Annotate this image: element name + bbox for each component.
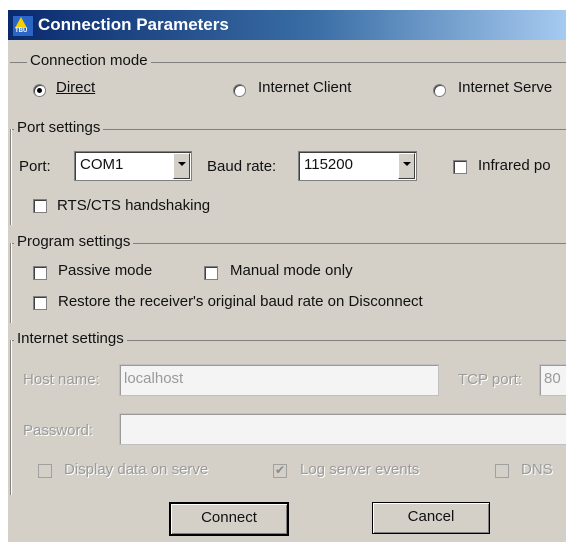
manual-mode-checkbox[interactable] xyxy=(204,266,218,280)
program-settings-edge xyxy=(10,243,11,323)
baud-rate-select[interactable]: 115200 xyxy=(298,151,417,181)
restore-baud-checkbox[interactable] xyxy=(33,296,47,310)
password-label: Password: xyxy=(23,422,94,439)
radio-internet-client[interactable] xyxy=(233,84,246,97)
radio-internet-server-label[interactable]: Internet Serve xyxy=(458,79,552,96)
radio-internet-server[interactable] xyxy=(433,84,446,97)
program-settings-legend: Program settings xyxy=(14,233,134,250)
port-select-value: COM1 xyxy=(80,156,124,173)
connection-mode-legend: Connection mode xyxy=(27,52,151,69)
connection-mode-group: Connection mode xyxy=(10,52,566,69)
rts-cts-checkbox[interactable] xyxy=(33,199,47,213)
host-name-input[interactable]: localhost xyxy=(119,364,439,396)
infrared-port-label[interactable]: Infrared po xyxy=(478,157,551,174)
manual-mode-label[interactable]: Manual mode only xyxy=(230,262,353,279)
port-settings-group: Port settings xyxy=(10,119,566,136)
port-settings-edge xyxy=(10,129,11,225)
radio-direct-label[interactable]: Direct xyxy=(56,79,95,96)
window-title: Connection Parameters xyxy=(38,15,229,34)
tcp-port-value: 80 xyxy=(544,370,561,387)
radio-internet-client-label[interactable]: Internet Client xyxy=(258,79,351,96)
port-dropdown-icon[interactable] xyxy=(173,153,190,179)
baud-rate-value: 115200 xyxy=(304,156,353,173)
infrared-port-checkbox[interactable] xyxy=(453,160,467,174)
cancel-button[interactable]: Cancel xyxy=(372,502,490,534)
display-data-label[interactable]: Display data on serve xyxy=(64,461,208,478)
port-label: Port: xyxy=(19,158,51,175)
restore-baud-label[interactable]: Restore the receiver's original baud rat… xyxy=(58,293,423,310)
program-settings-group: Program settings xyxy=(10,233,566,250)
title-bar[interactable]: TBU Connection Parameters xyxy=(8,10,566,40)
baud-rate-label: Baud rate: xyxy=(207,158,277,175)
host-name-value: localhost xyxy=(124,370,184,387)
connect-button[interactable]: Connect xyxy=(169,502,289,536)
passive-mode-label[interactable]: Passive mode xyxy=(58,262,152,279)
port-select[interactable]: COM1 xyxy=(74,151,192,181)
log-server-events-checkbox[interactable]: ✔ xyxy=(273,463,287,478)
baud-rate-dropdown-icon[interactable] xyxy=(398,153,415,179)
radio-direct[interactable] xyxy=(33,84,46,97)
connection-parameters-dialog: TBU Connection Parameters Connection mod… xyxy=(8,10,566,542)
port-settings-legend: Port settings xyxy=(14,119,104,136)
tcp-port-input[interactable]: 80 xyxy=(539,364,566,396)
app-icon: TBU xyxy=(12,15,34,37)
check-mark-icon: ✔ xyxy=(275,463,286,477)
log-server-events-label[interactable]: Log server events xyxy=(300,461,419,478)
host-name-label: Host name: xyxy=(23,371,100,388)
tcp-port-label: TCP port: xyxy=(458,371,522,388)
internet-settings-group: Internet settings xyxy=(10,330,566,347)
dns-label[interactable]: DNS xyxy=(521,461,553,478)
internet-settings-edge xyxy=(10,340,11,495)
dns-checkbox[interactable] xyxy=(495,464,509,478)
internet-settings-legend: Internet settings xyxy=(14,330,127,347)
rts-cts-label[interactable]: RTS/CTS handshaking xyxy=(57,197,210,214)
password-input[interactable] xyxy=(119,413,566,445)
passive-mode-checkbox[interactable] xyxy=(33,266,47,280)
display-data-checkbox[interactable] xyxy=(38,464,52,478)
